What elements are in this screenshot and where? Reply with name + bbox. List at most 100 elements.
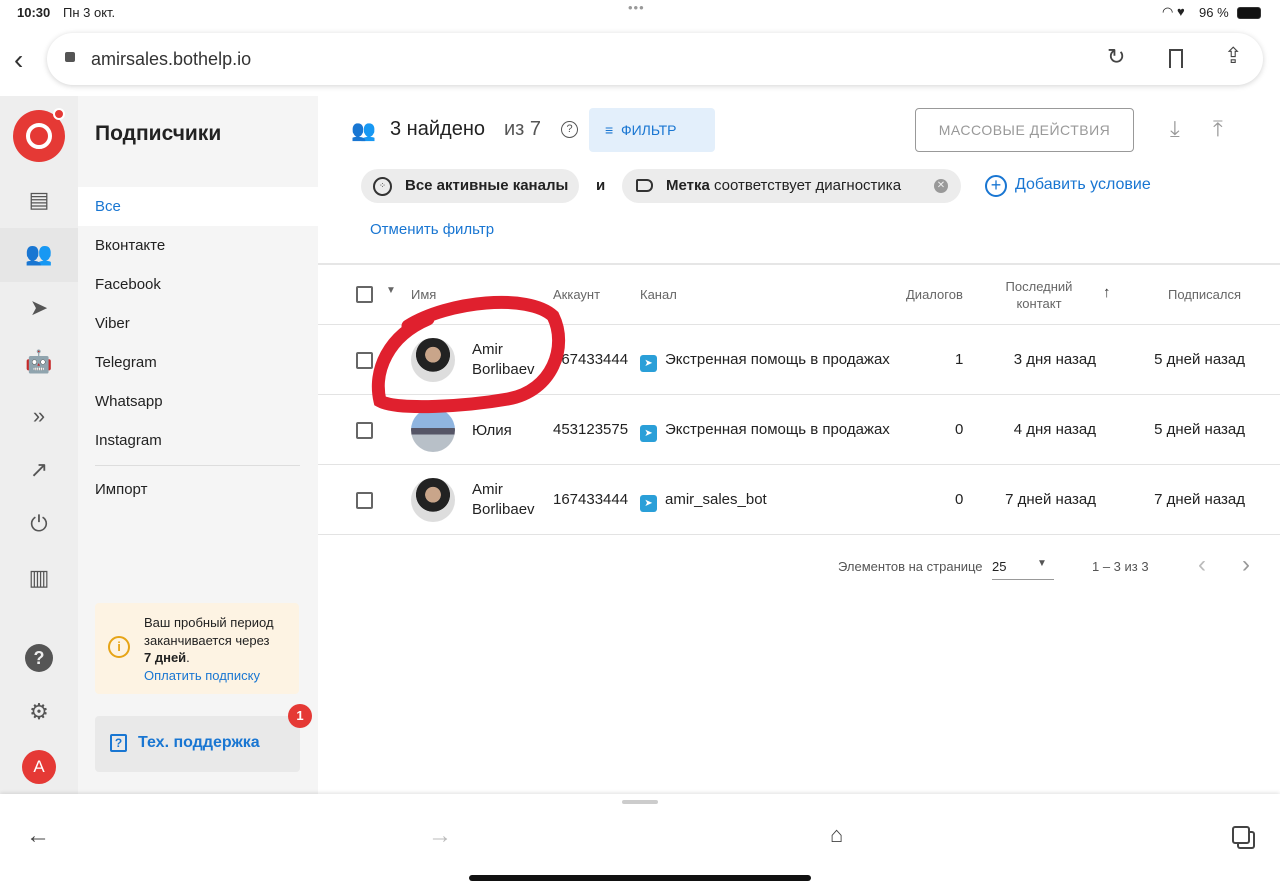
trial-days: 7 дней: [144, 650, 187, 665]
forward-icon[interactable]: →: [428, 822, 452, 850]
tag-chip-condition: соответствует диагностика: [714, 177, 902, 194]
bot-icon[interactable]: 🤖: [25, 348, 53, 376]
channel: ➤ Экстренная помощь в продажах: [640, 351, 890, 372]
cancel-filter-link[interactable]: Отменить фильтр: [370, 221, 494, 238]
col-last-contact[interactable]: Последний контакт: [998, 278, 1080, 312]
filter-icon: ≡: [605, 122, 614, 138]
sidebar-item-whatsapp[interactable]: Whatsapp: [78, 382, 318, 421]
filter-label: ФИЛЬТР: [620, 122, 677, 138]
prev-page-icon[interactable]: ‹: [1198, 551, 1206, 579]
tabs-icon[interactable]: [1232, 826, 1250, 844]
subscribed-date: 5 дней назад: [1154, 351, 1245, 368]
address-bar[interactable]: amirsales.bothelp.io ↻ ⇪: [47, 33, 1263, 85]
main-content: 👥 3 найдено из 7 ? ≡ ФИЛЬТР МАССОВЫЕ ДЕЙ…: [318, 96, 1280, 794]
channel: ➤ Экстренная помощь в продажах: [640, 421, 890, 442]
help-icon[interactable]: ?: [561, 121, 578, 138]
settings-icon[interactable]: ⚙: [25, 698, 53, 726]
stats-icon[interactable]: ▥: [25, 564, 53, 592]
bulk-actions-button[interactable]: МАССОВЫЕ ДЕЙСТВИЯ: [915, 108, 1134, 152]
remove-condition-icon[interactable]: ✕: [934, 179, 948, 193]
send-icon[interactable]: ➤: [25, 294, 53, 322]
download-icon[interactable]: ⤓: [1170, 116, 1180, 142]
reload-icon[interactable]: ↻: [1107, 44, 1125, 70]
filter-button[interactable]: ≡ ФИЛЬТР: [589, 108, 715, 152]
multitask-dots-icon[interactable]: •••: [628, 0, 645, 15]
trending-icon[interactable]: ↗: [25, 456, 53, 484]
subscribed-date: 7 дней назад: [1154, 491, 1245, 508]
tag-chip[interactable]: Метка соответствует диагностика ✕: [622, 169, 961, 203]
wifi-icon: ◠ ♥: [1162, 4, 1185, 19]
per-page-label: Элементов на странице: [838, 559, 983, 574]
dialogs-count: 1: [955, 351, 964, 368]
dialogs-count: 0: [955, 491, 964, 508]
table-row[interactable]: Amir Borlibaev 167433444 ➤ amir_sales_bot …: [318, 465, 1280, 535]
sidebar-item-vk[interactable]: Вконтакте: [78, 226, 318, 265]
tag-icon: [636, 179, 653, 192]
sidebar-item-telegram[interactable]: Telegram: [78, 343, 318, 382]
last-contact: 4 дня назад: [1013, 421, 1096, 438]
status-time: 10:30: [17, 5, 51, 20]
trial-dot: .: [186, 650, 190, 665]
bothelp-logo[interactable]: [13, 108, 65, 162]
subscribers-icon: 👥: [351, 120, 376, 142]
sidebar-divider: [95, 465, 300, 466]
dropdown-arrow-icon: ▼: [1037, 558, 1047, 569]
sidebar-item-all[interactable]: Все: [78, 187, 318, 226]
add-icon: +: [985, 175, 1007, 197]
back-icon[interactable]: ←: [26, 822, 50, 850]
row-checkbox[interactable]: [356, 492, 373, 509]
sidebar-item-facebook[interactable]: Facebook: [78, 265, 318, 304]
sidebar-item-instagram[interactable]: Instagram: [78, 421, 318, 460]
col-channel[interactable]: Канал: [640, 287, 677, 302]
subscriber-name[interactable]: Юлия: [472, 421, 512, 441]
col-dialogs[interactable]: Диалогов: [906, 287, 963, 302]
channels-chip[interactable]: ⁘ Все активные каналы: [361, 169, 579, 203]
home-icon[interactable]: ⌂: [830, 822, 843, 848]
plug-icon[interactable]: ⏻: [25, 510, 53, 538]
sidebar-item-import[interactable]: Импорт: [78, 470, 318, 509]
pay-subscription-link[interactable]: Оплатить подписку: [144, 668, 260, 683]
support-icon: ?: [110, 734, 127, 752]
drag-handle[interactable]: [622, 800, 658, 804]
subscriber-name[interactable]: Amir Borlibaev: [472, 480, 535, 520]
add-condition-label: Добавить условие: [1015, 176, 1151, 193]
icon-rail: ▤ 👥 ➤ 🤖 » ↗ ⏻ ▥ ? ⚙ A: [0, 96, 78, 794]
add-condition-button[interactable]: + Добавить условие: [985, 175, 1151, 197]
support-badge: 1: [288, 704, 312, 728]
next-page-icon[interactable]: ›: [1242, 551, 1250, 579]
row-checkbox[interactable]: [356, 422, 373, 439]
per-page-select[interactable]: 25 ▼: [992, 556, 1054, 580]
subscribers-icon[interactable]: 👥: [25, 240, 53, 268]
sort-arrow-icon[interactable]: ↑: [1103, 284, 1111, 301]
bookmark-icon[interactable]: [1169, 49, 1183, 68]
per-page-value: 25: [992, 559, 1007, 574]
info-icon: i: [108, 636, 130, 658]
support-button[interactable]: ? Тех. поддержка: [95, 716, 300, 772]
last-contact: 7 дней назад: [1005, 491, 1096, 508]
user-avatar[interactable]: A: [22, 750, 56, 784]
tag-chip-label: Метка: [666, 177, 710, 194]
browser-back-icon[interactable]: ‹: [14, 44, 23, 76]
trial-text: Ваш пробный период заканчивается через: [144, 615, 274, 648]
account-id: 453123575: [553, 421, 629, 438]
status-date: Пн 3 окт.: [63, 5, 116, 20]
lock-icon: [65, 52, 75, 62]
share-icon[interactable]: ⇪: [1224, 43, 1242, 69]
home-indicator: [469, 875, 811, 881]
col-subscribed[interactable]: Подписался: [1168, 287, 1241, 302]
total-count: из 7: [504, 118, 542, 140]
sidebar-title: Подписчики: [95, 122, 222, 145]
upload-icon[interactable]: ⤒: [1213, 116, 1223, 142]
help-icon[interactable]: ?: [25, 644, 53, 672]
subscribed-date: 5 дней назад: [1154, 421, 1245, 438]
page-range: 1 – 3 из 3: [1092, 559, 1149, 574]
dialogs-count: 0: [955, 421, 964, 438]
telegram-icon: ➤: [640, 425, 657, 442]
last-contact: 3 дня назад: [1013, 351, 1096, 368]
subscriber-avatar: [411, 478, 455, 522]
sidebar: Подписчики Все Вконтакте Facebook Viber …: [78, 96, 318, 794]
automation-icon[interactable]: »: [25, 402, 53, 430]
url-text[interactable]: amirsales.bothelp.io: [91, 49, 251, 70]
chat-icon[interactable]: ▤: [25, 186, 53, 214]
sidebar-item-viber[interactable]: Viber: [78, 304, 318, 343]
